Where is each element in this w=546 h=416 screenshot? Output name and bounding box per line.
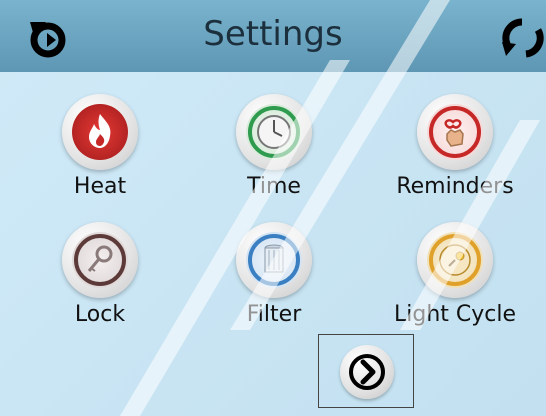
reminders-button[interactable]	[417, 94, 493, 170]
lock-item[interactable]: Lock	[20, 222, 180, 352]
refresh-button[interactable]	[500, 16, 544, 60]
reminders-item[interactable]: Reminders	[375, 94, 535, 224]
lock-label: Lock	[74, 302, 126, 327]
heat-item[interactable]: Heat	[20, 94, 180, 224]
reminders-label: Reminders	[396, 174, 514, 199]
next-page-button[interactable]	[318, 334, 414, 408]
lock-icon	[72, 232, 128, 288]
settings-grid: Heat Time Reminders Lock Filter Light Cy…	[0, 72, 546, 416]
light-cycle-label: Light Cycle	[393, 302, 517, 327]
next-button-circle	[340, 345, 394, 399]
light-cycle-item[interactable]: Light Cycle	[375, 222, 535, 352]
time-button[interactable]	[236, 94, 312, 170]
light-cycle-button[interactable]	[417, 222, 493, 298]
time-icon	[246, 104, 302, 160]
filter-item[interactable]: Filter	[194, 222, 354, 352]
time-item[interactable]: Time	[194, 94, 354, 224]
light-cycle-icon	[427, 232, 483, 288]
heat-button[interactable]	[62, 94, 138, 170]
refresh-icon	[502, 18, 544, 58]
time-label: Time	[247, 174, 301, 199]
page-title: Settings	[203, 14, 343, 54]
next-arrow-icon	[349, 354, 385, 390]
heat-label: Heat	[73, 174, 127, 199]
lock-button[interactable]	[62, 222, 138, 298]
filter-button[interactable]	[236, 222, 312, 298]
filter-label: Filter	[246, 302, 302, 327]
filter-icon	[246, 232, 302, 288]
header-bar: Settings	[0, 0, 546, 72]
reminders-icon	[427, 104, 483, 160]
heat-icon	[72, 104, 128, 160]
